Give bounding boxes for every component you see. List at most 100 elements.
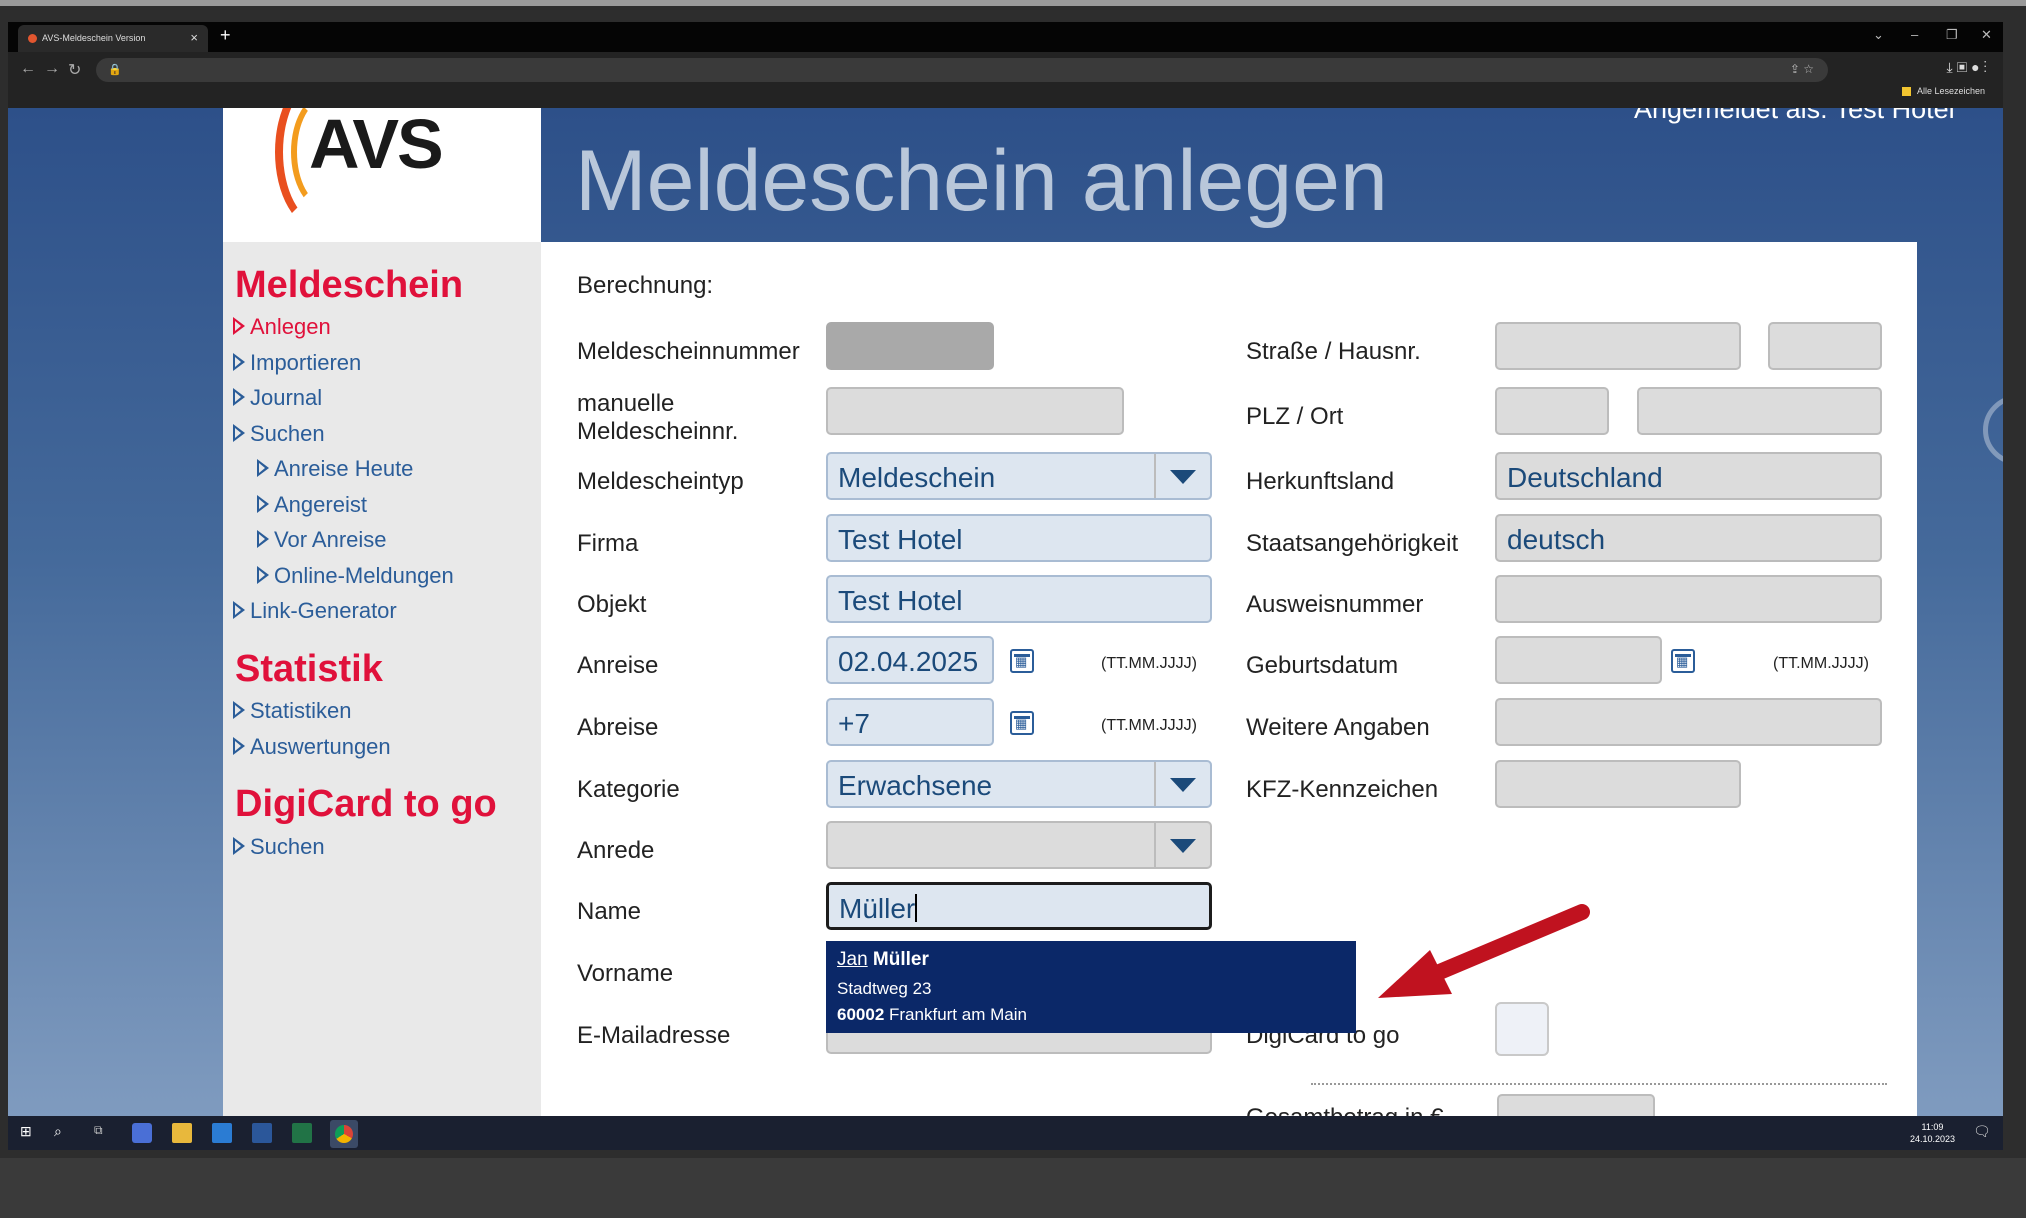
kfz-field[interactable] xyxy=(1495,760,1741,808)
anrede-select[interactable] xyxy=(826,821,1212,869)
browser-toolbar: ← → ↻ 🔒 ⇪ ☆ ⤓ ▣ ● ⋮ Alle Lesezeichen xyxy=(8,52,2003,108)
triangle-icon xyxy=(233,317,245,335)
search-icon[interactable]: ⌕ xyxy=(54,1123,74,1143)
teams-icon[interactable] xyxy=(132,1123,152,1143)
close-icon[interactable]: × xyxy=(190,30,198,45)
address-bar[interactable]: 🔒 ⇪ ☆ xyxy=(96,58,1828,82)
name-field[interactable]: Müller xyxy=(826,882,1212,930)
browser-tabbar: AVS-Meldeschein Version × + ⌄ – ❐ ✕ xyxy=(8,22,2003,52)
excel-icon[interactable] xyxy=(292,1123,312,1143)
sidebar-item-link-generator[interactable]: Link-Generator xyxy=(233,598,397,624)
word-icon[interactable] xyxy=(252,1123,272,1143)
name-autocomplete-suggestion[interactable]: Jan Müller Stadtweg 23 60002 Frankfurt a… xyxy=(826,941,1356,1033)
sidebar-heading-digicard: DigiCard to go xyxy=(235,783,497,825)
kategorie-select[interactable]: Erwachsene xyxy=(826,760,1212,808)
scroll-top-icon[interactable] xyxy=(1983,395,2003,465)
triangle-icon xyxy=(257,566,269,584)
minimize-icon[interactable]: – xyxy=(1911,27,1918,42)
clock[interactable]: 11:09 24.10.2023 xyxy=(1910,1121,1955,1145)
calendar-icon[interactable] xyxy=(1010,649,1034,673)
manuelle-meldescheinnr-field[interactable] xyxy=(826,387,1124,435)
label-anrede: Anrede xyxy=(577,837,655,864)
browser-extension-icons[interactable]: ⤓ ▣ ● ⋮ xyxy=(1947,59,1987,76)
abreise-field[interactable]: +7 xyxy=(826,698,994,746)
sidebar-item-importieren[interactable]: Importieren xyxy=(233,350,361,376)
triangle-icon xyxy=(257,530,269,548)
label-staatsangehoerigkeit: Staatsangehörigkeit xyxy=(1246,530,1459,557)
close-window-icon[interactable]: ✕ xyxy=(1981,27,1992,43)
file-explorer-icon[interactable] xyxy=(172,1123,192,1143)
weitere-angaben-field[interactable] xyxy=(1495,698,1882,746)
sidebar-item-auswertungen[interactable]: Auswertungen xyxy=(233,734,391,760)
hausnr-field[interactable] xyxy=(1768,322,1882,370)
notification-icon[interactable]: 🗨 xyxy=(1973,1123,1993,1143)
avs-logo[interactable]: AVS xyxy=(223,108,541,242)
ausweisnummer-field[interactable] xyxy=(1495,575,1882,623)
restore-icon[interactable]: ❐ xyxy=(1946,27,1958,43)
chevron-down-icon[interactable] xyxy=(1154,762,1210,806)
logo-text: AVS xyxy=(309,108,444,183)
triangle-icon xyxy=(233,837,245,855)
tab-title: AVS-Meldeschein Version xyxy=(42,33,146,43)
triangle-icon xyxy=(233,701,245,719)
label-objekt: Objekt xyxy=(577,591,647,618)
chevron-down-icon[interactable] xyxy=(1154,823,1210,867)
folder-icon xyxy=(1901,87,1911,97)
label-herkunftsland: Herkunftsland xyxy=(1246,468,1395,495)
sidebar-item-anreise-heute[interactable]: Anreise Heute xyxy=(257,456,413,482)
section-label: Berechnung: xyxy=(577,272,714,299)
all-bookmarks[interactable]: Alle Lesezeichen xyxy=(1901,86,1985,97)
task-view-icon[interactable]: ⧉ xyxy=(94,1123,114,1143)
objekt-field[interactable]: Test Hotel xyxy=(826,575,1212,623)
ort-field[interactable] xyxy=(1637,387,1882,435)
back-icon[interactable]: ← xyxy=(20,60,36,78)
label-kfz: KFZ-Kennzeichen xyxy=(1246,776,1439,803)
herkunftsland-field[interactable]: Deutschland xyxy=(1495,452,1882,500)
windows-start-icon[interactable]: ⊞ xyxy=(20,1123,40,1143)
anreise-field[interactable]: 02.04.2025 xyxy=(826,636,994,684)
new-tab-icon[interactable]: + xyxy=(220,25,231,46)
label-firma: Firma xyxy=(577,530,639,557)
sidebar-item-online-meldungen[interactable]: Online-Meldungen xyxy=(257,563,454,589)
calendar-icon[interactable] xyxy=(1671,649,1695,673)
label-anreise: Anreise xyxy=(577,652,659,679)
strasse-field[interactable] xyxy=(1495,322,1741,370)
firma-field[interactable]: Test Hotel xyxy=(826,514,1212,562)
sidebar-item-anlegen[interactable]: Anlegen xyxy=(233,314,331,340)
chevron-down-icon[interactable] xyxy=(1154,454,1210,498)
label-vorname: Vorname xyxy=(577,960,674,987)
geburtsdatum-field[interactable] xyxy=(1495,636,1662,684)
sidebar-item-digicard-suchen[interactable]: Suchen xyxy=(233,834,325,860)
browser-tab[interactable]: AVS-Meldeschein Version × xyxy=(18,25,208,52)
reload-icon[interactable]: ↻ xyxy=(68,60,81,80)
label-meldescheinnummer: Meldescheinnummer xyxy=(577,338,800,365)
label-weitere-angaben: Weitere Angaben xyxy=(1246,714,1430,741)
page-title: Meldeschein anlegen xyxy=(575,133,1388,229)
lock-icon: 🔒 xyxy=(108,64,122,76)
forward-icon[interactable]: → xyxy=(44,60,60,78)
sidebar-item-suchen[interactable]: Suchen xyxy=(233,421,325,447)
triangle-icon xyxy=(233,424,245,442)
sidebar-item-journal[interactable]: Journal xyxy=(233,385,322,411)
sidebar-item-vor-anreise[interactable]: Vor Anreise xyxy=(257,527,387,553)
suggestion-city-line: 60002 Frankfurt am Main xyxy=(837,1005,1027,1024)
share-bookmark-icons[interactable]: ⇪ ☆ xyxy=(1790,62,1814,76)
sidebar-item-statistiken[interactable]: Statistiken xyxy=(233,698,352,724)
meldescheintyp-select[interactable]: Meldeschein xyxy=(826,452,1212,500)
date-format-hint: (TT.MM.JJJJ) xyxy=(1101,717,1197,734)
label-gesamtbetrag: Gesamtbetrag in € xyxy=(1246,1104,1443,1116)
label-ausweisnummer: Ausweisnummer xyxy=(1246,591,1424,618)
outlook-icon[interactable] xyxy=(212,1123,232,1143)
staatsangehoerigkeit-field[interactable]: deutsch xyxy=(1495,514,1882,562)
windows-taskbar: ⊞ ⌕ ⧉ 11:09 24.10.2023 🗨 xyxy=(8,1116,2003,1150)
date-format-hint: (TT.MM.JJJJ) xyxy=(1773,655,1869,672)
date-format-hint: (TT.MM.JJJJ) xyxy=(1101,655,1197,672)
sidebar-item-angereist[interactable]: Angereist xyxy=(257,492,367,518)
plz-field[interactable] xyxy=(1495,387,1609,435)
gesamtbetrag-field[interactable] xyxy=(1497,1094,1655,1116)
label-geburtsdatum: Geburtsdatum xyxy=(1246,652,1399,679)
calendar-icon[interactable] xyxy=(1010,711,1034,735)
label-plz-ort: PLZ / Ort xyxy=(1246,403,1344,430)
chrome-icon[interactable] xyxy=(330,1120,358,1148)
tab-search-icon[interactable]: ⌄ xyxy=(1873,27,1884,43)
